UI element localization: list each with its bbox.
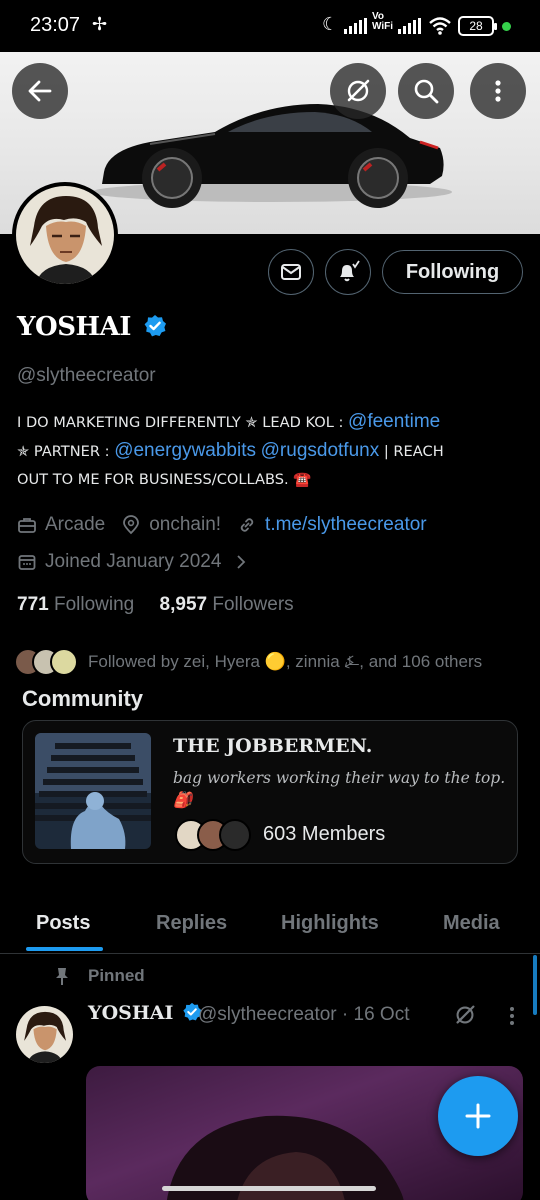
vowifi-label: Vo WiFi bbox=[372, 12, 393, 32]
search-icon bbox=[414, 79, 439, 104]
bio-line-2: ✯ PARTNER : @energywabbits @rugsdotfunx … bbox=[17, 437, 527, 466]
bell-plus-icon bbox=[340, 260, 360, 282]
bio-text-2: ✯ PARTNER : bbox=[17, 443, 115, 460]
vowifi-bottom: WiFi bbox=[372, 21, 394, 32]
profile-avatar[interactable] bbox=[12, 182, 118, 288]
community-name: THE JOBBERMEN. bbox=[173, 735, 373, 757]
tweet-author-name-text: YOSHAI bbox=[88, 1002, 174, 1024]
bio-line-1: I DO MARKETING DIFFERENTLY ✯ LEAD KOL : … bbox=[17, 408, 527, 437]
profile-joined-row[interactable]: Joined January 2024 bbox=[17, 551, 247, 573]
bio-text-1: I DO MARKETING DIFFERENTLY ✯ LEAD KOL : bbox=[17, 414, 349, 431]
following-label: Following bbox=[53, 594, 135, 615]
followers-label: Followers bbox=[212, 594, 294, 615]
profile-handle: @slytheecreator bbox=[17, 365, 156, 386]
back-button[interactable] bbox=[12, 63, 68, 119]
bio-line-3: OUT TO ME FOR BUSINESS/COLLABS. ☎️ bbox=[17, 471, 312, 488]
tab-highlights[interactable]: Highlights bbox=[281, 912, 379, 935]
sync-icon: ✢ bbox=[92, 14, 108, 34]
profile-location: onchain! bbox=[149, 514, 222, 535]
mention-rugsdotfunx[interactable]: @rugsdotfunx bbox=[261, 440, 380, 461]
more-button[interactable] bbox=[470, 63, 526, 119]
following-button[interactable]: Following bbox=[382, 250, 523, 294]
profile-name-text: YOSHAI bbox=[17, 312, 131, 342]
verified-badge-icon bbox=[145, 315, 167, 337]
status-bar: 23:07 ✢ ☾ Vo WiFi 28 bbox=[0, 0, 540, 52]
profile-category: Arcade bbox=[45, 514, 106, 535]
grok-icon bbox=[347, 79, 370, 102]
community-image-art bbox=[35, 733, 151, 849]
pin-icon bbox=[56, 968, 68, 985]
envelope-icon bbox=[281, 264, 301, 280]
profile-tabs: Posts Replies Highlights Media bbox=[0, 892, 540, 954]
notifications-button[interactable] bbox=[325, 249, 371, 295]
tweet-more-icon[interactable] bbox=[502, 1004, 522, 1028]
bio-text-2-tail: | REACH bbox=[379, 443, 444, 460]
signal-icon-2 bbox=[398, 18, 421, 34]
community-description: bag workers working their way to the top… bbox=[173, 769, 506, 809]
compose-button[interactable] bbox=[438, 1076, 518, 1156]
scroll-indicator bbox=[533, 955, 537, 1015]
followers-count-link[interactable]: 8,957 Followers bbox=[160, 594, 294, 615]
avatar-image bbox=[16, 186, 114, 284]
follow-counts: 771 Following 8,957 Followers bbox=[17, 594, 294, 616]
plus-icon bbox=[465, 1103, 491, 1129]
briefcase-icon bbox=[18, 518, 36, 533]
tweet-avatar-image bbox=[16, 1006, 73, 1063]
tab-media[interactable]: Media bbox=[443, 912, 500, 935]
chevron-right-icon bbox=[237, 555, 246, 569]
mention-feentime[interactable]: @feentime bbox=[348, 411, 440, 432]
signal-icon bbox=[344, 18, 367, 34]
follower-avatar bbox=[50, 648, 78, 676]
arrow-left-icon bbox=[28, 80, 52, 102]
profile-meta-row: Arcade onchain! t.me/slytheecreator bbox=[17, 514, 427, 536]
profile-joined: Joined January 2024 bbox=[45, 551, 222, 572]
grok-icon[interactable] bbox=[452, 1002, 478, 1028]
followed-by-avatars bbox=[14, 648, 78, 676]
followers-count: 8,957 bbox=[159, 594, 208, 615]
grok-button[interactable] bbox=[330, 63, 386, 119]
status-time: 23:07 bbox=[30, 14, 81, 36]
tweet-handle-date: @slytheecreator · 16 Oct bbox=[198, 1004, 410, 1025]
profile-bio: I DO MARKETING DIFFERENTLY ✯ LEAD KOL : … bbox=[17, 408, 527, 494]
community-member-avatars bbox=[175, 819, 251, 851]
followed-by-row[interactable]: Followed by zei, Hyera 🟡, zinnia ⍼, and … bbox=[14, 645, 482, 679]
privacy-dot bbox=[502, 22, 511, 31]
following-count-link[interactable]: 771 Following bbox=[17, 594, 134, 615]
more-vertical-icon bbox=[495, 80, 501, 102]
message-button[interactable] bbox=[268, 249, 314, 295]
followed-by-text: Followed by zei, Hyera 🟡, zinnia ⍼, and … bbox=[88, 652, 483, 671]
home-indicator[interactable] bbox=[162, 1186, 376, 1191]
link-icon bbox=[240, 518, 254, 532]
moon-icon: ☾ bbox=[322, 14, 339, 34]
community-section-title: Community bbox=[22, 686, 143, 711]
tweet-author-avatar[interactable] bbox=[16, 1006, 73, 1063]
pinned-indicator: Pinned bbox=[52, 966, 145, 986]
location-pin-icon bbox=[123, 515, 140, 535]
active-tab-indicator bbox=[26, 947, 103, 951]
search-button[interactable] bbox=[398, 63, 454, 119]
profile-name: YOSHAI bbox=[17, 312, 167, 342]
battery-indicator: 28 bbox=[458, 16, 497, 36]
community-members: 603 Members bbox=[263, 823, 386, 845]
profile-website-link[interactable]: t.me/slytheecreator bbox=[265, 514, 427, 536]
community-image bbox=[35, 733, 151, 849]
tab-posts[interactable]: Posts bbox=[36, 912, 90, 935]
tweet-author-name[interactable]: YOSHAI bbox=[88, 1002, 202, 1024]
community-card[interactable]: THE JOBBERMEN. bag workers working their… bbox=[22, 720, 518, 864]
tab-replies[interactable]: Replies bbox=[156, 912, 227, 935]
calendar-icon bbox=[18, 555, 36, 570]
pinned-label: Pinned bbox=[88, 966, 145, 985]
mention-energywabbits[interactable]: @energywabbits bbox=[114, 440, 256, 461]
following-count: 771 bbox=[17, 594, 49, 615]
wifi-icon bbox=[429, 17, 451, 35]
member-avatar bbox=[219, 819, 251, 851]
